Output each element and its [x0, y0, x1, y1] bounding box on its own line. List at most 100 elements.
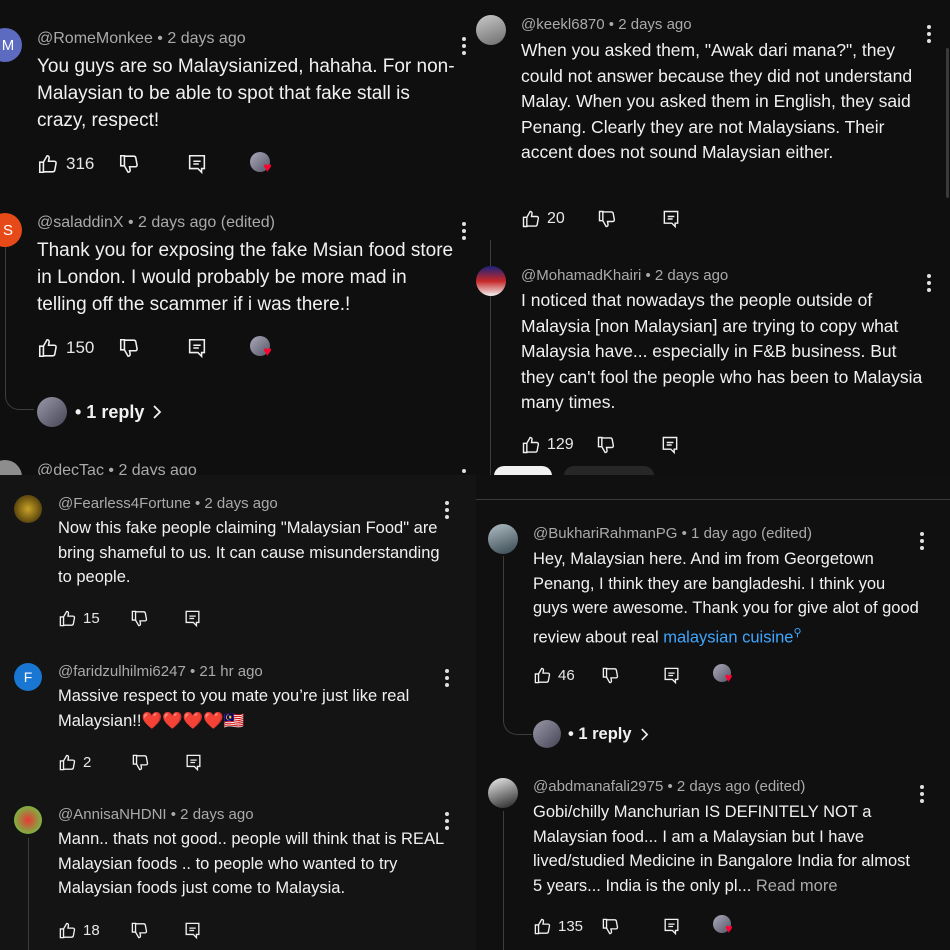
like-button[interactable]: 316 [37, 153, 94, 175]
avatar[interactable] [488, 778, 518, 808]
thumbs-down-icon[interactable] [130, 921, 149, 940]
comment-text: Now this fake people claiming "Malaysian… [58, 519, 440, 586]
avatar[interactable]: M [0, 28, 22, 62]
sort-chip-newest[interactable] [564, 466, 654, 475]
thread-line [28, 838, 30, 950]
comment-bukharirahmanpg: @BukhariRahmanPG • 1 day ago (edited) He… [476, 510, 950, 755]
comment-text: I noticed that nowadays the people outsi… [521, 290, 923, 412]
creator-heart-badge: ♥ [250, 152, 280, 176]
avatar-letter: F [23, 669, 33, 685]
comment-text: When you asked them, "Awak dari mana?", … [521, 40, 913, 162]
read-more-link[interactable]: Read more [756, 877, 838, 895]
reply-icon[interactable] [662, 917, 681, 936]
avatar[interactable] [0, 460, 22, 475]
author-handle[interactable]: @RomeMonkee [37, 30, 153, 47]
author-handle[interactable]: @saladdinX [37, 214, 124, 231]
more-actions-icon[interactable] [927, 274, 931, 292]
thumbs-down-icon[interactable] [601, 666, 620, 685]
avatar[interactable] [488, 524, 518, 554]
reply-icon[interactable] [660, 435, 680, 455]
author-handle[interactable]: @faridzulhilmi6247 [58, 663, 186, 680]
reply-icon[interactable] [183, 921, 202, 940]
avatar[interactable] [476, 266, 506, 296]
thumbs-down-icon[interactable] [118, 337, 140, 359]
more-actions-icon[interactable] [445, 812, 449, 830]
comment-body: Gobi/chilly Manchurian IS DEFINITELY NOT… [533, 803, 910, 895]
avatar[interactable]: F [14, 663, 42, 691]
timestamp: • 2 days ago [157, 30, 246, 47]
panel-bottom-right: @BukhariRahmanPG • 1 day ago (edited) He… [476, 475, 950, 950]
comment-meta: @BukhariRahmanPG • 1 day ago (edited) [533, 525, 812, 542]
author-handle[interactable]: @AnnisaNHDNI [58, 806, 167, 823]
timestamp: • 1 day ago (edited) [681, 525, 812, 542]
like-count: 150 [66, 338, 95, 357]
chevron-right-icon [153, 405, 162, 419]
more-actions-icon[interactable] [462, 37, 466, 55]
author-handle[interactable]: @BukhariRahmanPG [533, 525, 677, 542]
reply-icon[interactable] [184, 753, 203, 772]
comment-meta: @saladdinX • 2 days ago (edited) [37, 214, 275, 232]
avatar[interactable] [14, 806, 42, 834]
heart-icon: ♥ [263, 159, 272, 175]
reply-icon[interactable] [662, 666, 681, 685]
avatar[interactable]: S [0, 213, 22, 247]
author-handle[interactable]: @decTac [37, 462, 104, 475]
thread-line [503, 556, 532, 735]
author-handle[interactable]: @MohamadKhairi [521, 267, 641, 284]
thread-line [5, 247, 34, 410]
comment-actions: 135 ♥ [533, 915, 741, 937]
avatar[interactable] [14, 495, 42, 523]
thumbs-down-icon[interactable] [597, 209, 617, 229]
divider [476, 499, 950, 500]
more-actions-icon[interactable] [462, 222, 466, 240]
creator-heart-badge: ♥ [250, 336, 280, 360]
timestamp: • 2 days ago [108, 462, 197, 475]
like-count: 129 [547, 436, 574, 453]
like-button[interactable]: 129 [521, 435, 574, 455]
thumbs-up-icon [38, 154, 57, 174]
thumbs-down-icon[interactable] [596, 435, 616, 455]
comment-actions: 316 ♥ [37, 152, 280, 176]
thumbs-down-icon[interactable] [130, 609, 149, 628]
more-actions-icon[interactable] [920, 532, 924, 550]
reply-icon[interactable] [186, 153, 208, 175]
panel-top-right: @keekl6870 • 2 days ago When you asked t… [476, 0, 950, 475]
like-button[interactable]: 135 [533, 917, 583, 936]
more-actions-icon[interactable] [445, 669, 449, 687]
like-button[interactable]: 20 [521, 209, 565, 229]
replies-toggle[interactable]: • 1 reply [533, 720, 649, 748]
more-actions-icon[interactable] [920, 785, 924, 803]
comment-dectac: @decTac • 2 days ago [0, 455, 476, 475]
more-actions-icon[interactable] [445, 501, 449, 519]
thumbs-down-icon[interactable] [118, 153, 140, 175]
author-handle[interactable]: @keekl6870 [521, 16, 605, 33]
emoji-hearts: ❤️❤️❤️❤️🇲🇾 [141, 711, 245, 730]
thumbs-down-icon[interactable] [601, 917, 620, 936]
comment-actions: 18 [58, 919, 202, 941]
thumbs-down-icon[interactable] [131, 753, 150, 772]
hashtag-search-link[interactable]: malaysian cuisine [663, 628, 793, 646]
timestamp: • 2 days ago [194, 495, 278, 512]
reply-icon[interactable] [661, 209, 681, 229]
reply-icon[interactable] [183, 609, 202, 628]
reply-author-avatar [533, 720, 561, 748]
author-handle[interactable]: @abdmanafali2975 [533, 778, 663, 795]
avatar[interactable] [476, 15, 506, 45]
sort-chip-top[interactable] [494, 466, 552, 475]
creator-heart-badge: ♥ [713, 915, 741, 937]
replies-toggle[interactable]: • 1 reply [37, 397, 162, 427]
like-button[interactable]: 18 [58, 921, 100, 940]
like-button[interactable]: 2 [58, 753, 91, 772]
comment-meta: @faridzulhilmi6247 • 21 hr ago [58, 663, 263, 680]
like-button[interactable]: 15 [58, 609, 100, 628]
thumbs-up-icon [59, 922, 76, 938]
more-actions-icon[interactable] [927, 25, 931, 43]
timestamp: • 2 days ago [608, 16, 692, 33]
comment-actions: 150 ♥ [37, 336, 280, 360]
comment-text: Gobi/chilly Manchurian IS DEFINITELY NOT… [533, 800, 923, 898]
like-button[interactable]: 46 [533, 666, 575, 685]
comment-meta: @MohamadKhairi • 2 days ago [521, 267, 728, 284]
like-button[interactable]: 150 [37, 337, 94, 359]
reply-icon[interactable] [186, 337, 208, 359]
author-handle[interactable]: @Fearless4Fortune [58, 495, 191, 512]
